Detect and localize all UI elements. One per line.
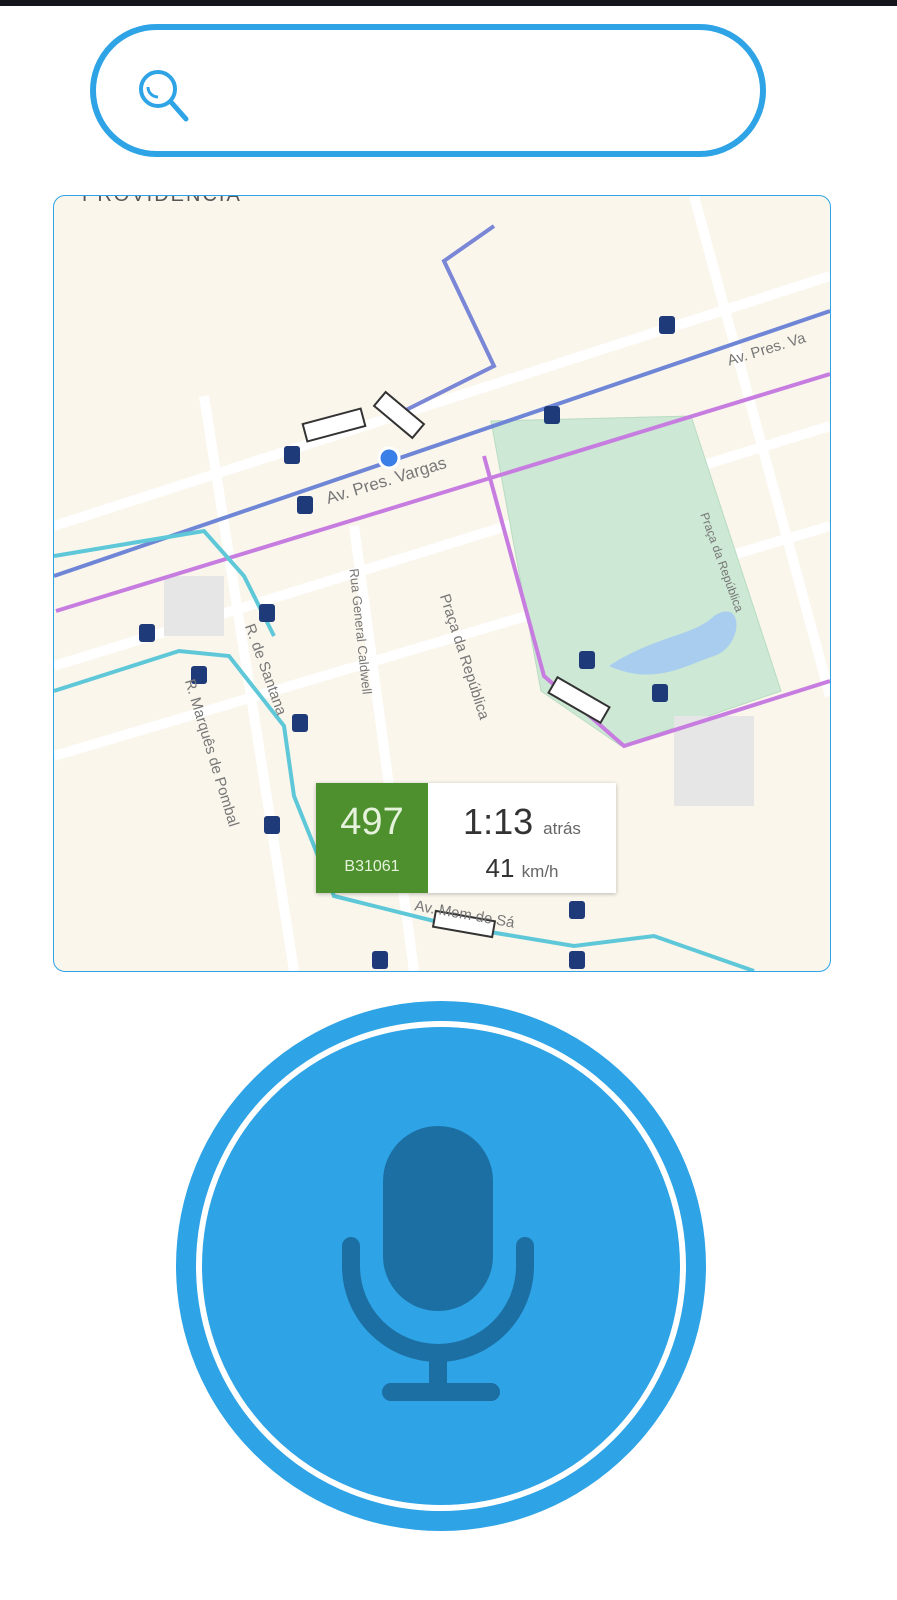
status-bar bbox=[0, 0, 897, 6]
user-location bbox=[377, 446, 401, 470]
vehicle-id: B31061 bbox=[344, 858, 400, 875]
microphone-icon bbox=[342, 1126, 534, 1401]
route-badge: 497 B31061 bbox=[316, 783, 428, 893]
speed-unit: km/h bbox=[521, 862, 559, 881]
search-icon bbox=[139, 70, 189, 122]
speed-value: 41 bbox=[485, 853, 515, 883]
last-update-time: 1:13 bbox=[463, 801, 534, 842]
district-label: PROVIDÊNCIA bbox=[82, 195, 242, 206]
bus-info-card[interactable]: 497 B31061 1:13 atrás 41 km/h bbox=[316, 783, 616, 893]
search-bar[interactable] bbox=[90, 24, 766, 157]
route-number: 497 bbox=[340, 801, 404, 843]
time-suffix: atrás bbox=[543, 819, 581, 838]
map-view[interactable]: PROVIDÊNCIA Av. Pres. Vargas Av. Pres. V… bbox=[53, 195, 831, 972]
microphone-button[interactable] bbox=[176, 1001, 706, 1531]
search-input[interactable] bbox=[226, 60, 730, 122]
route-blue-north bbox=[403, 224, 497, 413]
